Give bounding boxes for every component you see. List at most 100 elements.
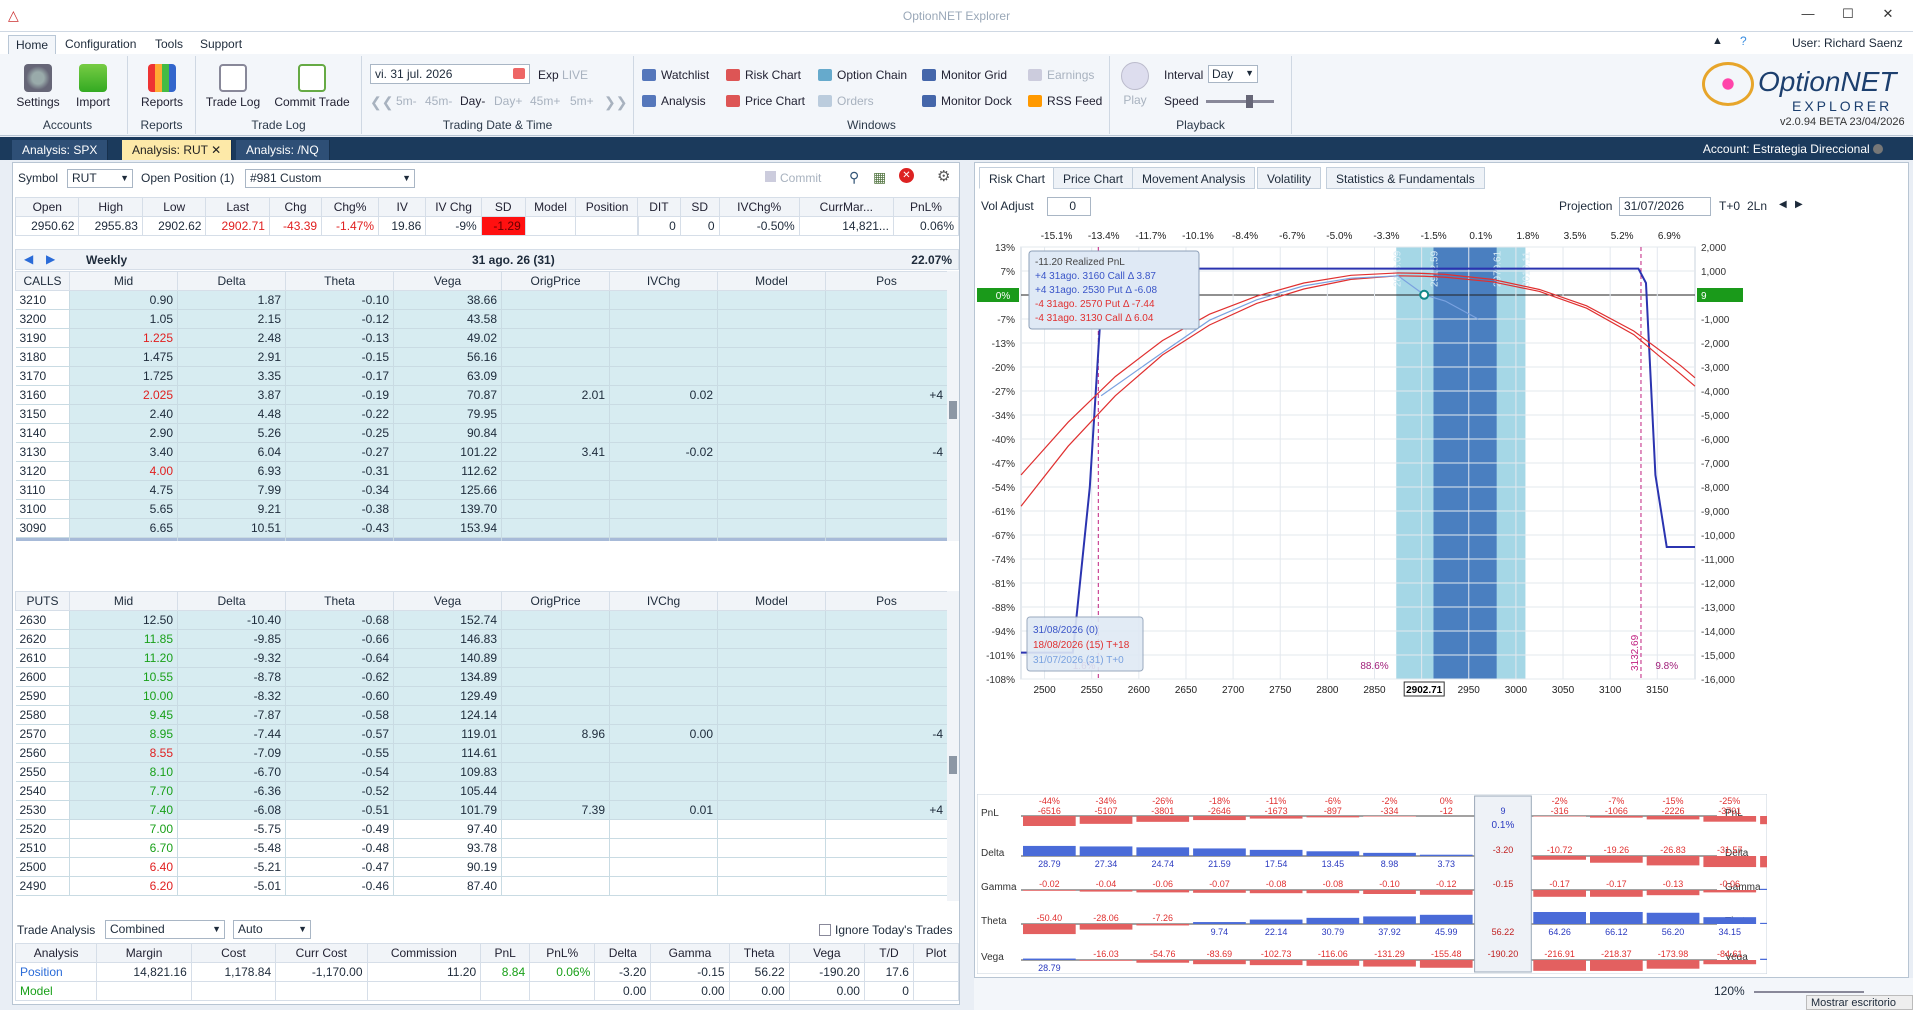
option-row[interactable]: 2530 7.40 -6.08 -0.51 101.79 7.39 0.01 +4 <box>15 800 948 820</box>
option-cell[interactable]: -0.22 <box>285 404 394 424</box>
puts-header[interactable]: Delta <box>177 591 286 611</box>
interval-select[interactable]: Day ▼ <box>1208 65 1258 83</box>
close-tab-icon[interactable]: ✕ <box>211 143 221 157</box>
option-cell[interactable]: -0.43 <box>285 518 394 538</box>
strike-cell[interactable]: 3120 <box>15 461 70 481</box>
option-cell[interactable]: 2.15 <box>177 309 286 329</box>
strike-cell[interactable]: 2510 <box>15 838 70 858</box>
step-45m-back[interactable]: 45m- <box>425 94 452 108</box>
strike-cell[interactable]: 2500 <box>15 857 70 877</box>
option-cell[interactable]: 3.35 <box>177 366 286 386</box>
option-cell[interactable] <box>609 366 718 386</box>
option-cell[interactable] <box>825 537 948 541</box>
option-cell[interactable]: 43.58 <box>393 309 502 329</box>
menu-support[interactable]: Support <box>193 35 249 54</box>
option-cell[interactable] <box>501 480 610 500</box>
option-row[interactable]: 2540 7.70 -6.36 -0.52 105.44 <box>15 781 948 801</box>
next-icon[interactable]: ▶ <box>1795 199 1803 210</box>
strike-cell[interactable]: 3160 <box>15 385 70 405</box>
option-cell[interactable] <box>825 857 948 877</box>
tab-price-chart[interactable]: Price Chart <box>1053 167 1134 189</box>
option-cell[interactable] <box>609 290 718 310</box>
option-cell[interactable]: 12.50 <box>69 610 178 630</box>
step-day-forward[interactable]: Day+ <box>494 94 522 108</box>
option-cell[interactable] <box>717 800 826 820</box>
option-cell[interactable]: -0.31 <box>285 461 394 481</box>
option-cell[interactable] <box>825 876 948 896</box>
option-cell[interactable] <box>609 819 718 839</box>
option-cell[interactable] <box>825 629 948 649</box>
option-cell[interactable]: 2.90 <box>69 423 178 443</box>
option-cell[interactable]: 109.83 <box>393 762 502 782</box>
trade-log-button[interactable]: Trade Log <box>204 64 262 109</box>
option-cell[interactable] <box>609 518 718 538</box>
slider-thumb[interactable] <box>1246 95 1253 108</box>
risk-chart[interactable]: 2873.09 2912.59 2979.61 3010.1113% 2,0007% 1,… <box>977 217 1767 792</box>
option-cell[interactable]: 8.10 <box>69 762 178 782</box>
strike-cell[interactable]: 3150 <box>15 404 70 424</box>
option-cell[interactable]: -0.25 <box>285 423 394 443</box>
trade-analysis-mode-select[interactable]: Combined ▼ <box>105 920 225 939</box>
option-cell[interactable] <box>501 762 610 782</box>
lines-label[interactable]: 2Ln <box>1747 199 1767 213</box>
option-cell[interactable]: 3.87 <box>177 385 286 405</box>
strike-cell[interactable]: 3090 <box>15 518 70 538</box>
option-cell[interactable] <box>717 610 826 630</box>
option-cell[interactable]: 87.40 <box>393 876 502 896</box>
price-chart-button[interactable]: Price Chart <box>726 94 805 108</box>
option-cell[interactable] <box>717 724 826 744</box>
option-row[interactable]: 3170 1.725 3.35 -0.17 63.09 <box>15 366 948 386</box>
step-5m-forward[interactable]: 5m+ <box>570 94 594 108</box>
option-cell[interactable] <box>609 347 718 367</box>
option-cell[interactable] <box>501 366 610 386</box>
trade-analysis-value[interactable] <box>912 962 960 982</box>
option-cell[interactable]: -6.36 <box>177 781 286 801</box>
option-cell[interactable] <box>609 743 718 763</box>
option-cell[interactable]: 3.40 <box>69 442 178 462</box>
option-cell[interactable]: 10.00 <box>69 686 178 706</box>
option-cell[interactable] <box>609 610 718 630</box>
option-cell[interactable]: 7.40 <box>69 800 178 820</box>
option-cell[interactable] <box>717 686 826 706</box>
option-cell[interactable] <box>825 328 948 348</box>
import-button[interactable]: Import <box>70 64 116 109</box>
option-cell[interactable]: 1.87 <box>177 290 286 310</box>
option-cell[interactable]: -0.38 <box>285 499 394 519</box>
option-cell[interactable]: 4.75 <box>69 480 178 500</box>
option-cell[interactable] <box>501 629 610 649</box>
settings-button[interactable]: Settings <box>14 64 62 109</box>
option-cell[interactable] <box>825 705 948 725</box>
strike-cell[interactable]: 2540 <box>15 781 70 801</box>
option-cell[interactable]: -0.64 <box>285 648 394 668</box>
option-cell[interactable]: 105.44 <box>393 781 502 801</box>
tab-movement-analysis[interactable]: Movement Analysis <box>1132 167 1256 189</box>
option-cell[interactable]: +4 <box>825 800 948 820</box>
tab-risk-chart[interactable]: Risk Chart <box>979 167 1056 189</box>
option-cell[interactable]: -0.13 <box>285 328 394 348</box>
next-expiry-icon[interactable]: ▶ <box>46 252 55 266</box>
option-cell[interactable]: 79.95 <box>393 404 502 424</box>
strike-cell[interactable]: 3100 <box>15 499 70 519</box>
position-select[interactable]: #981 Custom ▼ <box>245 169 415 188</box>
option-cell[interactable] <box>609 781 718 801</box>
earnings-button[interactable]: Earnings <box>1028 68 1094 82</box>
option-cell[interactable] <box>825 518 948 538</box>
strike-cell[interactable]: 2490 <box>15 876 70 896</box>
option-cell[interactable]: 146.83 <box>393 629 502 649</box>
option-cell[interactable] <box>825 686 948 706</box>
option-cell[interactable] <box>501 461 610 481</box>
option-row[interactable]: 2580 9.45 -7.87 -0.58 124.14 <box>15 705 948 725</box>
account-label[interactable]: Account: Estrategia Direccional <box>1703 142 1883 156</box>
calls-header[interactable]: Delta <box>177 271 286 291</box>
option-cell[interactable]: -0.47 <box>285 537 394 541</box>
strike-cell[interactable]: 3170 <box>15 366 70 386</box>
option-cell[interactable] <box>501 499 610 519</box>
trade-analysis-value[interactable] <box>912 981 960 1001</box>
option-cell[interactable] <box>825 423 948 443</box>
option-cell[interactable] <box>717 347 826 367</box>
option-row[interactable]: 3140 2.90 5.26 -0.25 90.84 <box>15 423 948 443</box>
option-row[interactable]: 3200 1.05 2.15 -0.12 43.58 <box>15 309 948 329</box>
strike-cell[interactable]: 3110 <box>15 480 70 500</box>
calls-header[interactable]: Vega <box>393 271 502 291</box>
trade-analysis-row-label[interactable]: Model <box>14 981 98 1001</box>
